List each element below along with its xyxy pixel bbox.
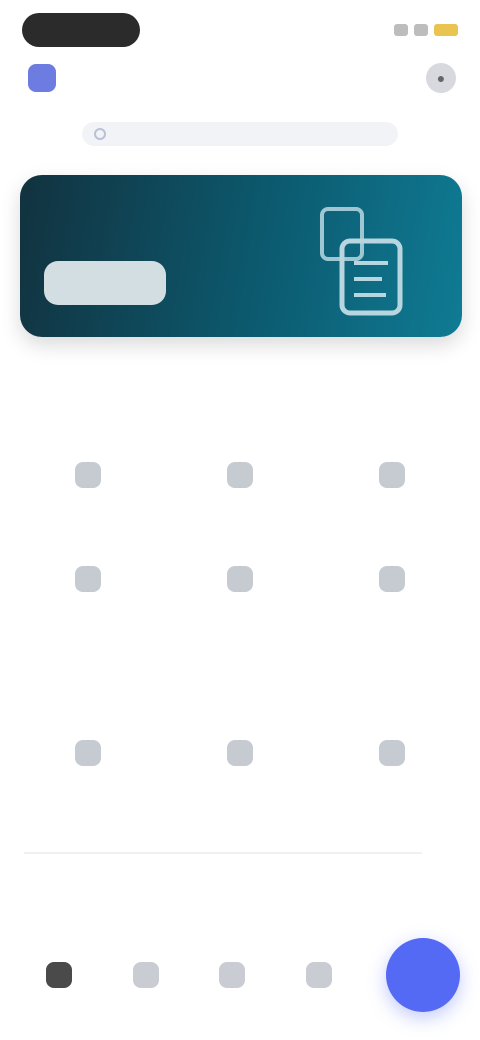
tile-7[interactable]	[12, 718, 164, 822]
tile-label	[230, 500, 250, 514]
tile-label	[382, 500, 402, 514]
promo-banner[interactable]	[20, 175, 462, 337]
status-time	[22, 13, 140, 47]
banner-illustration-icon	[320, 207, 403, 316]
tile-label	[382, 778, 402, 792]
tile-icon	[227, 566, 253, 592]
section-title-2	[22, 680, 32, 698]
profile-icon: ●	[436, 70, 446, 86]
tile-icon	[227, 740, 253, 766]
tile-1[interactable]	[12, 440, 164, 544]
signal-icon	[394, 24, 408, 36]
tile-label	[78, 500, 98, 514]
tile-icon	[75, 462, 101, 488]
compass-icon	[132, 962, 159, 988]
tile-label	[78, 604, 98, 618]
footer-divider	[24, 852, 422, 854]
tile-icon	[75, 740, 101, 766]
tile-icon	[379, 462, 405, 488]
battery-icon	[434, 24, 458, 36]
tab-profile[interactable]	[300, 956, 338, 994]
tile-icon	[227, 462, 253, 488]
tile-icon	[75, 566, 101, 592]
tile-label	[230, 604, 250, 618]
search-bar[interactable]	[82, 122, 398, 146]
status-icons	[394, 24, 458, 36]
tile-icon	[379, 566, 405, 592]
tab-apps[interactable]	[213, 956, 251, 994]
brand	[28, 64, 76, 92]
user-icon	[305, 962, 332, 988]
app-header: ●	[28, 58, 456, 98]
tab-home[interactable]	[40, 956, 78, 994]
app-logo-icon	[28, 64, 56, 92]
tile-6[interactable]	[316, 544, 468, 648]
tile-label	[230, 778, 250, 792]
section-grid-1	[12, 440, 468, 648]
tab-discover[interactable]	[127, 956, 165, 994]
search-icon	[94, 128, 106, 140]
profile-button[interactable]: ●	[426, 63, 456, 93]
status-bar	[22, 12, 458, 48]
tile-label	[78, 778, 98, 792]
grid-icon	[219, 962, 245, 988]
tile-label	[382, 604, 402, 618]
floating-action-button[interactable]	[386, 938, 460, 1012]
tile-3[interactable]	[316, 440, 468, 544]
wifi-icon	[414, 24, 428, 36]
tile-icon	[379, 740, 405, 766]
home-icon	[46, 962, 72, 988]
section-title-1	[22, 403, 32, 421]
tile-8[interactable]	[164, 718, 316, 822]
tile-9[interactable]	[316, 718, 468, 822]
bottom-tab-bar	[40, 930, 460, 1020]
tile-4[interactable]	[12, 544, 164, 648]
tile-2[interactable]	[164, 440, 316, 544]
banner-button[interactable]	[44, 261, 166, 305]
tile-5[interactable]	[164, 544, 316, 648]
section-grid-2	[12, 718, 468, 822]
